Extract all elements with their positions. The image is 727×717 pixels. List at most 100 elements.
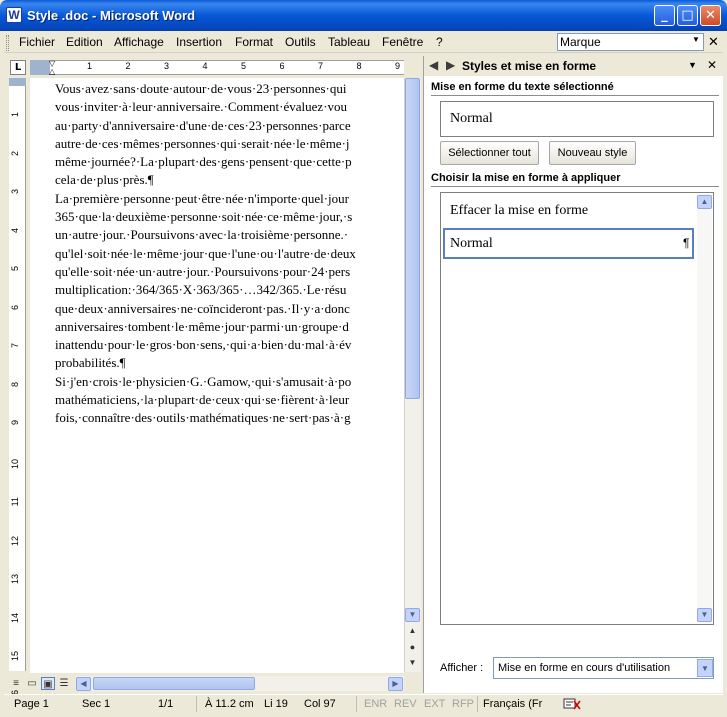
window-title: Style .doc - Microsoft Word xyxy=(27,8,196,23)
selected-text-format-label: Mise en forme du texte sélectionné xyxy=(431,81,614,93)
document-line[interactable]: multiplication:·364/365·X·363/365·…342/3… xyxy=(55,281,404,299)
print-layout-view-button[interactable]: ▣ xyxy=(41,677,55,690)
document-line[interactable]: 365·que·la·deuxième·personne·soit·née·ce… xyxy=(55,208,404,226)
next-page-button[interactable]: ▼ xyxy=(405,658,420,667)
menu-insertion[interactable]: Insertion xyxy=(176,35,222,49)
document-line[interactable]: qu'lel·soit·née·le·même·jour·que·l'une·o… xyxy=(55,245,404,263)
ruler-tick-label: 8 xyxy=(356,61,362,71)
menu-tableau[interactable]: Tableau xyxy=(328,35,370,49)
document-line[interactable]: au·party·d'anniversaire·d'une·de·ces·23·… xyxy=(55,117,404,135)
vertical-ruler-margin xyxy=(9,78,26,86)
status-page-count[interactable]: 1/1 xyxy=(158,698,173,710)
document-line[interactable]: probabilités.¶ xyxy=(55,354,404,372)
apply-format-label: Choisir la mise en forme à appliquer xyxy=(431,172,621,184)
vertical-scroll-thumb[interactable] xyxy=(405,78,420,399)
chevron-down-icon[interactable]: ▼ xyxy=(692,35,700,44)
menu-grip[interactable] xyxy=(6,35,9,51)
chevron-down-icon[interactable]: ▼ xyxy=(697,659,713,677)
document-line[interactable]: cela·de·plus·près.¶ xyxy=(55,171,404,189)
document-line[interactable]: anniversaires·tombent·le·même·jour·parmi… xyxy=(55,318,404,336)
menu-outils[interactable]: Outils xyxy=(285,35,316,49)
back-arrow-icon[interactable]: ◀ xyxy=(429,58,438,72)
vertical-ruler-tick-label: 14 xyxy=(10,612,20,623)
outline-view-button[interactable]: ☰ xyxy=(57,677,71,690)
show-label: Afficher : xyxy=(440,662,484,674)
vertical-ruler-tick-label: 7 xyxy=(10,343,20,349)
web-layout-view-button[interactable]: ▭ xyxy=(25,677,39,690)
ruler-tick-label: 4 xyxy=(202,61,208,71)
close-window-button[interactable]: ✕ xyxy=(700,5,721,26)
show-filter-select[interactable]: Mise en forme en cours d'utilisation xyxy=(493,657,714,679)
task-pane-menu-chevron-icon[interactable]: ▼ xyxy=(688,60,697,70)
left-indent-marker[interactable]: △ xyxy=(49,68,57,76)
style-item-clear-formatting[interactable]: Effacer la mise en forme xyxy=(450,203,588,219)
ruler-tick-label: 3 xyxy=(164,61,170,71)
select-all-button[interactable]: Sélectionner tout xyxy=(440,141,539,165)
list-scroll-down-button[interactable]: ▼ xyxy=(697,608,712,622)
forward-arrow-icon[interactable]: ▶ xyxy=(446,58,455,72)
status-overtype[interactable]: RFP xyxy=(452,698,474,710)
document-line[interactable]: vous·inviter·à·leur·anniversaire.·Commen… xyxy=(55,98,404,116)
status-line[interactable]: Li 19 xyxy=(264,698,288,710)
document-line[interactable]: qu'elle·soit·née·un·autre·jour.·Poursuiv… xyxy=(55,263,404,281)
vertical-ruler-tick-label: 4 xyxy=(10,227,20,233)
menu-edition[interactable]: Edition xyxy=(66,35,103,49)
document-text[interactable]: Vous·avez·sans·doute·autour·de·vous·23·p… xyxy=(55,80,404,428)
scroll-right-button[interactable]: ▶ xyxy=(388,677,403,691)
spelling-status-icon[interactable] xyxy=(562,697,582,711)
current-style-box[interactable]: Normal xyxy=(440,101,714,137)
document-line[interactable]: même·journée?·La·plupart·des·gens·pensen… xyxy=(55,153,404,171)
vertical-ruler-tick-label: 8 xyxy=(10,381,20,387)
document-line[interactable]: inattendu·pour·le·gros·bon·sens,·qui·a·b… xyxy=(55,336,404,354)
document-line[interactable]: La·première·personne·peut·être·née·n'imp… xyxy=(55,190,404,208)
status-separator xyxy=(477,696,478,712)
scroll-left-button[interactable]: ◀ xyxy=(76,677,91,691)
normal-view-button[interactable]: ≡ xyxy=(9,677,23,690)
section-divider xyxy=(431,95,719,96)
status-column[interactable]: Col 97 xyxy=(304,698,336,710)
maximize-button[interactable]: □ xyxy=(677,5,698,26)
help-search-input[interactable]: Marque xyxy=(557,33,704,51)
document-line[interactable]: Si·j'en·crois·le·physicien·G.·Gamow,·qui… xyxy=(55,373,404,391)
document-line[interactable]: Vous·avez·sans·doute·autour·de·vous·23·p… xyxy=(55,80,404,98)
menu-fichier[interactable]: Fichier xyxy=(19,35,55,49)
ruler-margin xyxy=(30,60,50,75)
new-style-button[interactable]: Nouveau style xyxy=(549,141,636,165)
style-item-normal[interactable]: Normal xyxy=(450,236,493,252)
status-record-macro[interactable]: ENR xyxy=(364,698,387,710)
task-pane-close-button[interactable]: ✕ xyxy=(707,58,717,72)
document-line[interactable]: mathématiciens,·la·plupart·de·ceux·qui·s… xyxy=(55,391,404,409)
ruler-tick-label: 5 xyxy=(241,61,247,71)
word-app-icon[interactable]: W xyxy=(6,7,22,23)
document-page[interactable]: Vous·avez·sans·doute·autour·de·vous·23·p… xyxy=(30,78,404,673)
status-track-changes[interactable]: REV xyxy=(394,698,417,710)
document-line[interactable]: un·autre·jour.·Poursuivons·avec·la·trois… xyxy=(55,226,404,244)
minimize-button[interactable]: _ xyxy=(654,5,675,26)
horizontal-scroll-thumb[interactable] xyxy=(93,677,255,690)
document-line[interactable]: que·deux·anniversaires·ne·coïncideront·p… xyxy=(55,300,404,318)
status-position[interactable]: À 11.2 cm xyxy=(205,698,254,710)
status-section[interactable]: Sec 1 xyxy=(82,698,110,710)
document-line[interactable]: autre·de·ces·mêmes·personnes·qui·serait·… xyxy=(55,135,404,153)
vertical-ruler-tick-label: 10 xyxy=(10,458,20,469)
menu-format[interactable]: Format xyxy=(235,35,273,49)
menu-help[interactable]: ? xyxy=(436,35,443,49)
status-language[interactable]: Français (Fr xyxy=(483,698,542,710)
status-separator xyxy=(356,696,357,712)
status-extend-selection[interactable]: EXT xyxy=(424,698,445,710)
vertical-ruler-tick-label: 15 xyxy=(10,651,20,662)
select-browse-object-button[interactable]: ● xyxy=(405,642,420,652)
vertical-ruler-tick-label: 11 xyxy=(10,497,20,507)
styles-list-scrollbar[interactable] xyxy=(697,194,712,623)
close-document-button[interactable]: ✕ xyxy=(708,34,719,50)
menu-fenetre[interactable]: Fenêtre xyxy=(382,35,423,49)
tab-selector-button[interactable]: L xyxy=(10,60,26,75)
document-line[interactable]: fois,·connaître·des·outils·mathématiques… xyxy=(55,409,404,427)
previous-page-button[interactable]: ▲ xyxy=(405,626,420,635)
paragraph-mark-icon: ¶ xyxy=(683,236,690,250)
ruler-tick-label: 6 xyxy=(279,61,285,71)
status-page[interactable]: Page 1 xyxy=(14,698,49,710)
scroll-down-button[interactable]: ▼ xyxy=(405,608,420,622)
menu-affichage[interactable]: Affichage xyxy=(114,35,164,49)
list-scroll-up-button[interactable]: ▲ xyxy=(697,195,712,209)
